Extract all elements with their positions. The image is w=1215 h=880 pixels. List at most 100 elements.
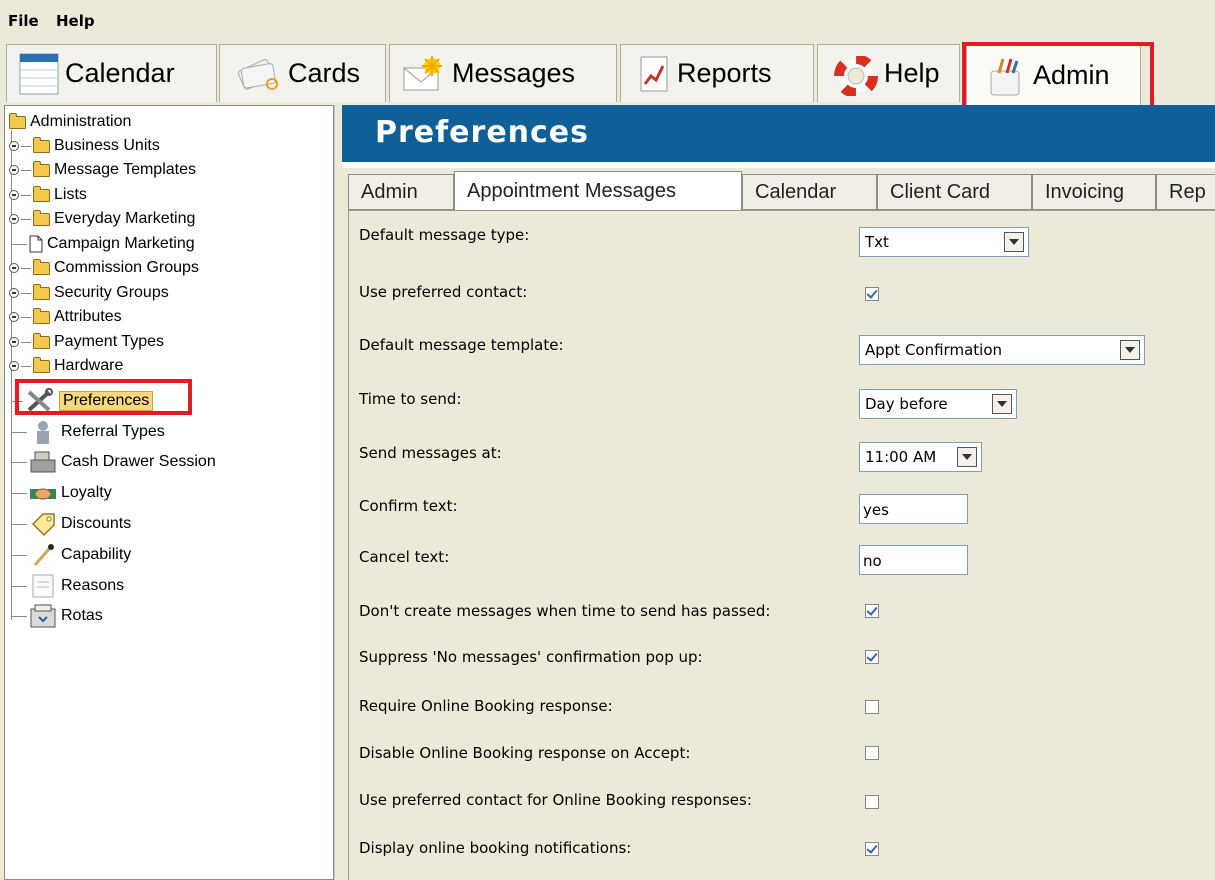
tab-label: Calendar [755, 180, 837, 203]
tree-item-cash-drawer-session[interactable]: Cash Drawer Session [11, 448, 216, 476]
tab-rep[interactable]: Rep [1156, 174, 1215, 210]
lifebuoy-icon [834, 53, 878, 98]
suppress-no-messages-checkbox[interactable] [865, 650, 879, 664]
tree-item-rotas[interactable]: Rotas [11, 602, 103, 630]
tab-messages[interactable]: Messages [389, 44, 617, 102]
cash-register-icon [30, 451, 56, 473]
confirm-text-input[interactable]: yes [859, 494, 968, 524]
tree-item-reasons[interactable]: Reasons [11, 572, 124, 600]
tree-item-business-units[interactable]: Business Units [9, 134, 160, 158]
tab-reports[interactable]: Reports [620, 44, 814, 102]
disable-online-booking-accept-checkbox[interactable] [865, 746, 879, 760]
chevron-down-icon[interactable] [1004, 232, 1024, 252]
tree-item-lists[interactable]: Lists [9, 183, 87, 207]
cards-icon [232, 56, 282, 92]
tree-item-discounts[interactable]: Discounts [11, 510, 131, 538]
panel-splitter[interactable] [334, 105, 342, 880]
tab-label: Appointment Messages [467, 180, 677, 202]
tree-connector [21, 194, 31, 196]
display-online-notifications-label: Display online booking notifications: [359, 839, 632, 857]
tab-invoicing[interactable]: Invoicing [1032, 174, 1156, 210]
tab-cards[interactable]: Cards [219, 44, 386, 102]
tab-label: Invoicing [1045, 180, 1124, 203]
tree-item-everyday-marketing[interactable]: Everyday Marketing [9, 207, 195, 231]
use-preferred-contact-checkbox[interactable] [865, 287, 879, 301]
expand-icon[interactable] [9, 361, 19, 371]
tree-item-hardware[interactable]: Hardware [9, 354, 123, 378]
tree-item-referral-types[interactable]: Referral Types [11, 418, 165, 446]
tree-item-security-groups[interactable]: Security Groups [9, 281, 169, 305]
reports-icon [637, 56, 671, 92]
tag-icon [31, 513, 55, 537]
cancel-text-label: Cancel text: [359, 548, 450, 566]
expand-icon[interactable] [9, 214, 19, 224]
tree-item-label: Rotas [61, 607, 103, 624]
tree-connector [11, 431, 27, 433]
expand-icon[interactable] [9, 165, 19, 175]
tree-connector [11, 523, 27, 525]
tree-item-label: Attributes [54, 308, 122, 325]
display-online-notifications-checkbox[interactable] [865, 842, 879, 856]
tab-label: Client Card [890, 180, 991, 203]
folder-icon [33, 160, 50, 177]
tab-appointment-messages[interactable]: Appointment Messages [454, 171, 742, 211]
default-message-type-select[interactable]: Txt [859, 227, 1029, 257]
input-value: no [863, 552, 882, 570]
dont-create-passed-checkbox[interactable] [865, 604, 879, 618]
tree-item-commission-groups[interactable]: Commission Groups [9, 256, 199, 280]
expand-icon[interactable] [9, 337, 19, 347]
default-message-template-select[interactable]: Appt Confirmation [859, 335, 1145, 365]
tab-help[interactable]: Help [817, 44, 960, 102]
tab-client-card[interactable]: Client Card [877, 174, 1032, 210]
tab-calendar[interactable]: Calendar [6, 44, 217, 102]
tab-label: Admin [361, 180, 418, 203]
tab-calendar-settings[interactable]: Calendar [742, 174, 877, 210]
tree-connector [11, 615, 27, 617]
tree-item-label: Loyalty [61, 484, 112, 501]
menu-help[interactable]: Help [56, 12, 95, 30]
expand-icon[interactable] [9, 190, 19, 200]
dont-create-passed-label: Don't create messages when time to send … [359, 602, 771, 620]
preferences-tabs: Admin Appointment Messages Calendar Clie… [342, 168, 1215, 211]
tree-item-attributes[interactable]: Attributes [9, 305, 122, 329]
tab-label: Rep [1169, 180, 1206, 203]
tree-item-label: Message Templates [54, 161, 196, 178]
tree-item-label: Everyday Marketing [54, 210, 196, 227]
input-value: yes [863, 501, 889, 519]
require-online-booking-checkbox[interactable] [865, 700, 879, 714]
document-icon [29, 235, 43, 253]
tree-item-campaign-marketing[interactable]: Campaign Marketing [11, 232, 195, 256]
tree-item-payment-types[interactable]: Payment Types [9, 330, 164, 354]
folder-icon [9, 112, 26, 129]
tree-connector [21, 145, 31, 147]
tree-item-label: Campaign Marketing [47, 235, 195, 252]
page-title: Preferences [375, 115, 590, 150]
tree-root[interactable]: Administration [9, 110, 131, 134]
highlight-box-admin [962, 42, 1154, 114]
preferences-banner: Preferences [342, 105, 1215, 162]
use-preferred-online-checkbox[interactable] [865, 795, 879, 809]
dropper-icon [33, 544, 54, 566]
tab-admin-settings[interactable]: Admin [348, 174, 454, 210]
tree-item-label: Security Groups [54, 284, 169, 301]
tree-item-loyalty[interactable]: Loyalty [11, 479, 112, 507]
time-to-send-select[interactable]: Day before [859, 389, 1017, 419]
chevron-down-icon[interactable] [1120, 340, 1140, 360]
expand-icon[interactable] [9, 141, 19, 151]
send-messages-at-select[interactable]: 11:00 AM [859, 442, 982, 472]
folder-icon [33, 258, 50, 275]
chevron-down-icon[interactable] [957, 447, 977, 467]
expand-icon[interactable] [9, 288, 19, 298]
tab-reports-label: Reports [677, 58, 772, 88]
menu-file[interactable]: File [8, 12, 39, 30]
chevron-down-icon[interactable] [992, 394, 1012, 414]
expand-icon[interactable] [9, 263, 19, 273]
tree-connector [21, 365, 31, 367]
require-online-booking-label: Require Online Booking response: [359, 697, 613, 715]
tree-item-label: Payment Types [54, 333, 164, 350]
cancel-text-input[interactable]: no [859, 545, 968, 575]
tree-item-message-templates[interactable]: Message Templates [9, 158, 196, 182]
tree-item-capability[interactable]: Capability [11, 541, 131, 569]
expand-icon[interactable] [9, 312, 19, 322]
tab-calendar-label: Calendar [65, 58, 175, 88]
